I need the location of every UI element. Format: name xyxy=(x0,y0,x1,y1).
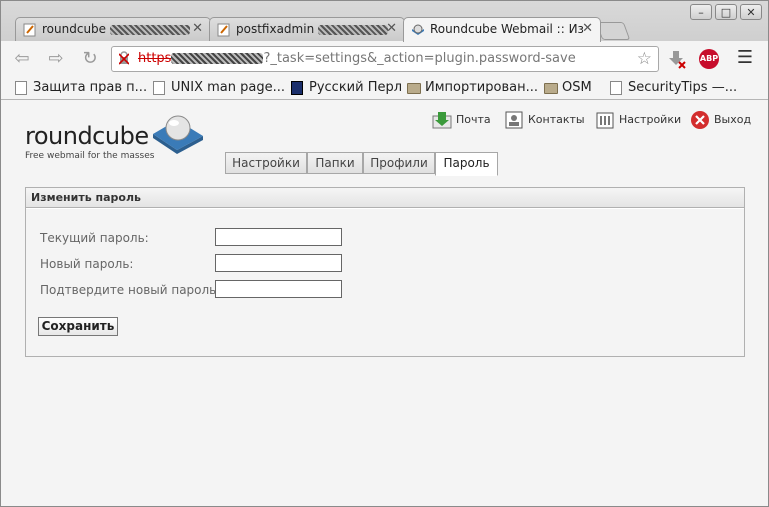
page-edit-icon xyxy=(23,23,36,37)
minimize-button[interactable]: – xyxy=(690,4,712,20)
back-arrow-icon[interactable]: ⇦ xyxy=(11,48,33,70)
nav-contacts[interactable]: Контакты xyxy=(504,110,585,132)
bookmark-item[interactable]: OSM xyxy=(544,80,592,95)
redacted-host xyxy=(171,53,264,64)
new-password-input[interactable] xyxy=(215,254,342,272)
close-icon[interactable]: ✕ xyxy=(192,21,203,36)
folder-icon xyxy=(407,83,421,94)
redacted-text xyxy=(110,24,191,35)
tab-roundcube-webmail[interactable]: Roundcube Webmail :: Из ✕ xyxy=(403,17,601,42)
roundcube-cube-icon xyxy=(153,115,203,154)
logo-text: roundcube xyxy=(25,122,149,150)
nav-label: Контакты xyxy=(528,113,585,126)
settings-icon xyxy=(596,112,614,129)
tab-preferences[interactable]: Настройки xyxy=(225,152,307,174)
broken-lock-icon xyxy=(119,51,129,65)
confirm-password-label: Подтвердите новый пароль: xyxy=(40,283,221,297)
save-button[interactable]: Сохранить xyxy=(38,317,118,336)
bookmark-item[interactable]: UNIX man page... xyxy=(153,80,285,95)
bookmark-label: UNIX man page... xyxy=(171,80,285,95)
window-close-button[interactable]: ✕ xyxy=(740,4,762,20)
adblock-plus-icon[interactable]: ABP xyxy=(699,49,719,69)
perl-icon xyxy=(291,81,303,95)
forward-arrow-icon[interactable]: ⇨ xyxy=(45,48,67,70)
bookmarks-bar: Защита прав п... UNIX man page... Русски… xyxy=(1,77,768,100)
browser-window: roundcube ✕ postfixadmin ✕ Roundcube Web… xyxy=(0,0,769,507)
nav-settings[interactable]: Настройки xyxy=(595,110,681,132)
bookmark-label: SecurityTips —... xyxy=(628,80,738,95)
nav-label: Почта xyxy=(456,113,491,126)
bookmark-label: OSM xyxy=(562,80,592,95)
bookmark-label: Импортирован... xyxy=(425,80,538,95)
bookmark-item[interactable]: Импортирован... xyxy=(407,80,538,95)
tab-folders[interactable]: Папки xyxy=(307,152,363,174)
form-body: Текущий пароль: Новый пароль: Подтвердит… xyxy=(26,209,744,356)
page-edit-icon xyxy=(217,23,230,37)
mail-icon xyxy=(432,112,452,129)
bookmark-item[interactable]: SecurityTips —... xyxy=(610,80,737,95)
address-bar[interactable]: https ?_task=settings&_action=plugin.pass… xyxy=(111,46,659,72)
maximize-button[interactable]: □ xyxy=(715,4,737,20)
form-title: Изменить пароль xyxy=(26,188,744,208)
tab-password[interactable]: Пароль xyxy=(435,152,498,176)
nav-mail[interactable]: Почта xyxy=(432,110,491,132)
bookmark-item[interactable]: Русский Перл xyxy=(291,80,402,95)
page-icon xyxy=(153,81,165,95)
logout-icon xyxy=(691,111,709,129)
current-password-input[interactable] xyxy=(215,228,342,246)
page-icon xyxy=(15,81,27,95)
nav-label: Выход xyxy=(714,113,752,126)
current-password-label: Текущий пароль: xyxy=(40,231,149,245)
logo-tagline: Free webmail for the masses xyxy=(25,151,155,161)
nav-label: Настройки xyxy=(619,113,682,126)
confirm-password-input[interactable] xyxy=(215,280,342,298)
new-password-label: Новый пароль: xyxy=(40,257,134,271)
bookmark-label: Русский Перл xyxy=(309,80,403,95)
roundcube-logo[interactable]: roundcube Free webmail for the masses xyxy=(25,110,215,161)
tab-strip: roundcube ✕ postfixadmin ✕ Roundcube Web… xyxy=(1,1,768,42)
bookmark-star-icon[interactable]: ☆ xyxy=(637,49,652,69)
tab-title: roundcube xyxy=(42,22,107,36)
nav-logout[interactable]: Выход xyxy=(690,110,751,132)
page-icon xyxy=(610,81,622,95)
bookmark-item[interactable]: Защита прав п... xyxy=(15,80,147,95)
url-path: ?_task=settings&_action=plugin.password-… xyxy=(263,51,576,66)
roundcube-favicon-icon xyxy=(412,24,424,35)
webmail-page: roundcube Free webmail for the masses По… xyxy=(1,100,768,506)
tab-roundcube[interactable]: roundcube ✕ xyxy=(15,17,211,41)
reload-icon[interactable]: ↻ xyxy=(79,48,101,70)
url-scheme: https xyxy=(138,51,172,66)
bookmark-label: Защита прав п... xyxy=(33,80,148,95)
redacted-text xyxy=(318,24,389,35)
browser-toolbar: ⇦ ⇨ ↻ https ?_task=settings&_action=plugi… xyxy=(1,41,768,77)
tab-title: Roundcube Webmail :: Из xyxy=(430,22,584,36)
contacts-icon xyxy=(505,111,523,129)
download-extension-icon[interactable] xyxy=(667,49,687,69)
tab-title: postfixadmin xyxy=(236,22,315,36)
close-icon[interactable]: ✕ xyxy=(582,21,593,36)
tab-postfixadmin[interactable]: postfixadmin ✕ xyxy=(209,17,405,41)
folder-icon xyxy=(544,83,558,94)
close-icon[interactable]: ✕ xyxy=(386,21,397,36)
menu-icon[interactable]: ☰ xyxy=(735,49,755,69)
password-form-box: Изменить пароль Текущий пароль: Новый па… xyxy=(25,187,745,357)
tab-identities[interactable]: Профили xyxy=(363,152,435,174)
